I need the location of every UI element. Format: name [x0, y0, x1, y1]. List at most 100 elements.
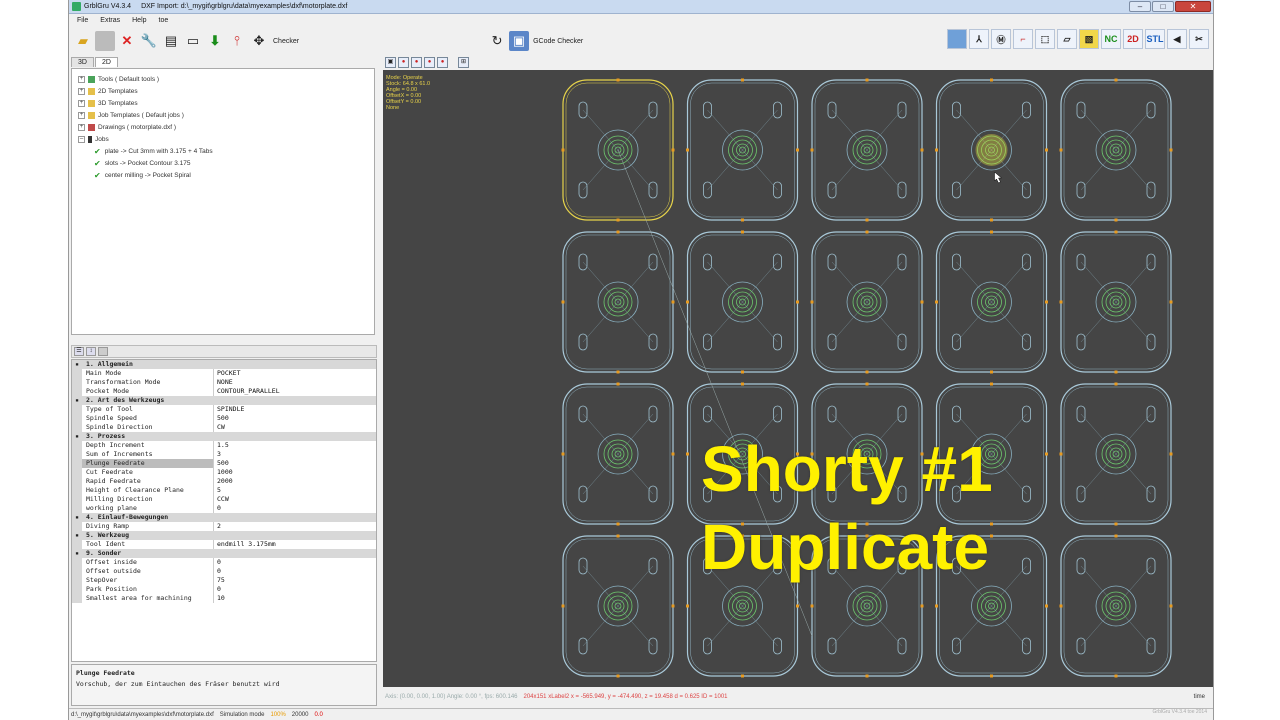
- property-category[interactable]: ▪ 5. Werkzeug: [72, 531, 376, 540]
- property-value[interactable]: 2000: [214, 477, 376, 486]
- property-row[interactable]: working plane 0: [72, 504, 376, 513]
- property-value[interactable]: 500: [214, 459, 376, 468]
- property-value[interactable]: endmill 3.175mm: [214, 540, 376, 549]
- collapse-icon[interactable]: –: [78, 135, 85, 143]
- tree-item-2d-templates[interactable]: + 2D Templates: [78, 85, 368, 97]
- property-row[interactable]: Spindle Speed 500: [72, 414, 376, 423]
- property-row[interactable]: Type of Tool SPINDLE: [72, 405, 376, 414]
- property-value[interactable]: CCW: [214, 495, 376, 504]
- menu-help[interactable]: Help: [132, 17, 146, 24]
- machine-icon[interactable]: Ⓜ: [991, 29, 1011, 49]
- property-value[interactable]: 0: [214, 567, 376, 576]
- property-row[interactable]: Plunge Feedrate 500: [72, 459, 376, 468]
- tree-item-jobs[interactable]: – Jobs: [78, 133, 368, 145]
- monitor-icon[interactable]: ▭: [183, 31, 203, 51]
- property-row[interactable]: Park Position 0: [72, 585, 376, 594]
- property-row[interactable]: StepOver 75: [72, 576, 376, 585]
- sort-alpha-icon[interactable]: ↕: [86, 347, 96, 356]
- save-icon[interactable]: [95, 31, 115, 51]
- plane-icon[interactable]: ▱: [1057, 29, 1077, 49]
- tab-3d[interactable]: 3D: [71, 57, 94, 67]
- record3-icon[interactable]: ●: [424, 57, 435, 68]
- property-row[interactable]: Pocket Mode CONTOUR_PARALLEL: [72, 387, 376, 396]
- tool-icon[interactable]: ✂: [1189, 29, 1209, 49]
- expand-icon[interactable]: +: [78, 111, 85, 119]
- property-category[interactable]: ▪ 2. Art des Werkzeugs: [72, 396, 376, 405]
- collapse-icon[interactable]: ▪: [72, 549, 82, 558]
- gcode-download-icon[interactable]: ⬇: [205, 31, 225, 51]
- tree-item-drawings[interactable]: + Drawings ( motorplate.dxf ): [78, 121, 368, 133]
- property-value[interactable]: 500: [214, 414, 376, 423]
- stl-button[interactable]: STL: [1145, 29, 1165, 49]
- play-icon[interactable]: ◀: [1167, 29, 1187, 49]
- property-value[interactable]: 0: [214, 504, 376, 513]
- expand-icon[interactable]: +: [78, 75, 85, 83]
- property-category[interactable]: ▪ 1. Allgemein: [72, 360, 376, 369]
- property-row[interactable]: Diving Ramp 2: [72, 522, 376, 531]
- property-row[interactable]: Main Mode POCKET: [72, 369, 376, 378]
- dxf-icon[interactable]: ▧: [1079, 29, 1099, 49]
- move-to-icon[interactable]: ✥: [249, 31, 269, 51]
- property-value[interactable]: 3: [214, 450, 376, 459]
- property-value[interactable]: POCKET: [214, 369, 376, 378]
- record4-icon[interactable]: ●: [437, 57, 448, 68]
- categorized-icon[interactable]: ☰: [74, 347, 84, 356]
- maximize-button[interactable]: □: [1152, 1, 1174, 12]
- nc-button[interactable]: NC: [1101, 29, 1121, 49]
- property-category[interactable]: ▪ 9. Sonder: [72, 549, 376, 558]
- close-window-button[interactable]: ✕: [1175, 1, 1211, 12]
- minimize-button[interactable]: –: [1129, 1, 1151, 12]
- gcode-checker-label[interactable]: GCode Checker: [533, 38, 583, 45]
- property-pages-icon[interactable]: [98, 347, 108, 356]
- open-folder-icon[interactable]: ▰: [73, 31, 93, 51]
- property-row[interactable]: Tool Ident endmill 3.175mm: [72, 540, 376, 549]
- checker-label[interactable]: Checker: [273, 38, 299, 45]
- property-value[interactable]: 0: [214, 558, 376, 567]
- property-row[interactable]: Smallest area for machining 10: [72, 594, 376, 603]
- property-value[interactable]: 5: [214, 486, 376, 495]
- property-row[interactable]: Height of Clearance Plane 5: [72, 486, 376, 495]
- property-row[interactable]: Offset inside 0: [72, 558, 376, 567]
- tree-item-job-templates[interactable]: + Job Templates ( Default jobs ): [78, 109, 368, 121]
- expand-icon[interactable]: +: [78, 99, 85, 107]
- select-icon[interactable]: ▣: [385, 57, 396, 68]
- property-value[interactable]: 0: [214, 585, 376, 594]
- property-value[interactable]: 10: [214, 594, 376, 603]
- collapse-icon[interactable]: ▪: [72, 360, 82, 369]
- probe-icon[interactable]: ⫯: [227, 31, 247, 51]
- property-row[interactable]: Transformation Mode NONE: [72, 378, 376, 387]
- tree-item-tools[interactable]: + Tools ( Default tools ): [78, 73, 368, 85]
- collapse-icon[interactable]: ▪: [72, 432, 82, 441]
- 2d-button[interactable]: 2D: [1123, 29, 1143, 49]
- collapse-icon[interactable]: ▪: [72, 513, 82, 522]
- property-row[interactable]: Depth Increment 1.5: [72, 441, 376, 450]
- property-value[interactable]: 1000: [214, 468, 376, 477]
- edit-document-icon[interactable]: ▤: [161, 31, 181, 51]
- fit-view-icon[interactable]: ⊞: [458, 57, 469, 68]
- property-category[interactable]: ▪ 3. Prozess: [72, 432, 376, 441]
- property-value[interactable]: NONE: [214, 378, 376, 387]
- property-value[interactable]: 2: [214, 522, 376, 531]
- menu-toe[interactable]: toe: [159, 17, 169, 24]
- tree-job-slots[interactable]: ✔ slots -> Pocket Contour 3.175: [78, 157, 368, 169]
- record2-icon[interactable]: ●: [411, 57, 422, 68]
- delete-icon[interactable]: ✕: [117, 31, 137, 51]
- property-value[interactable]: 75: [214, 576, 376, 585]
- xyz-icon[interactable]: ⌐: [1013, 29, 1033, 49]
- menu-extras[interactable]: Extras: [100, 17, 120, 24]
- record-icon[interactable]: ●: [398, 57, 409, 68]
- tab-2d[interactable]: 2D: [94, 57, 118, 67]
- cube-icon[interactable]: ⬚: [1035, 29, 1055, 49]
- property-row[interactable]: Sum of Increments 3: [72, 450, 376, 459]
- refresh-icon[interactable]: ↻: [487, 31, 507, 51]
- property-row[interactable]: Rapid Feedrate 2000: [72, 477, 376, 486]
- tree-item-3d-templates[interactable]: + 3D Templates: [78, 97, 368, 109]
- picture-icon[interactable]: [947, 29, 967, 49]
- tree-job-center-milling[interactable]: ✔ center milling -> Pocket Spiral: [78, 169, 368, 181]
- menu-file[interactable]: File: [77, 17, 88, 24]
- property-row[interactable]: Offset outside 0: [72, 567, 376, 576]
- property-row[interactable]: Cut Feedrate 1000: [72, 468, 376, 477]
- property-category[interactable]: ▪ 4. Einlauf-Bewegungen: [72, 513, 376, 522]
- property-value[interactable]: CW: [214, 423, 376, 432]
- property-value[interactable]: 1.5: [214, 441, 376, 450]
